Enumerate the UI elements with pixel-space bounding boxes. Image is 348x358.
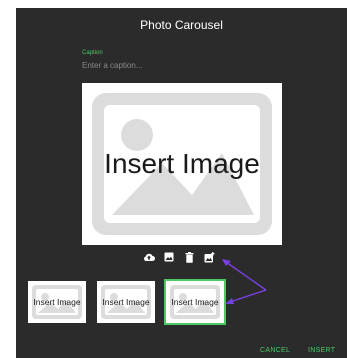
thumbnail-label: Insert Image [102,297,150,307]
main-image-placeholder[interactable]: Insert Image [82,83,282,245]
thumbnail-2[interactable]: Insert Image [97,281,155,323]
thumbnail-3-selected[interactable]: Insert Image [164,279,226,325]
upload-button[interactable] [142,250,156,264]
image-icon [164,252,174,262]
photo-carousel-dialog: Photo Carousel Caption Insert Image [16,8,347,358]
add-image-button[interactable] [202,250,216,264]
annotation-arrows-icon [222,259,267,304]
caption-label: Caption [82,50,103,56]
thumbnail-1[interactable]: Insert Image [28,281,86,323]
dialog-title: Photo Carousel [140,18,223,32]
main-image-text: Insert Image [104,148,260,179]
delete-button[interactable] [182,250,196,264]
cloud-upload-icon [144,253,155,261]
thumbnail-label: Insert Image [33,297,81,307]
add-image-icon [204,251,215,262]
trash-icon [185,251,193,263]
insert-button[interactable]: INSERT [308,347,335,354]
caption-input[interactable] [82,58,282,72]
cancel-button[interactable]: CANCEL [260,347,290,354]
image-button[interactable] [162,250,176,264]
thumbnail-label: Insert Image [171,297,219,307]
